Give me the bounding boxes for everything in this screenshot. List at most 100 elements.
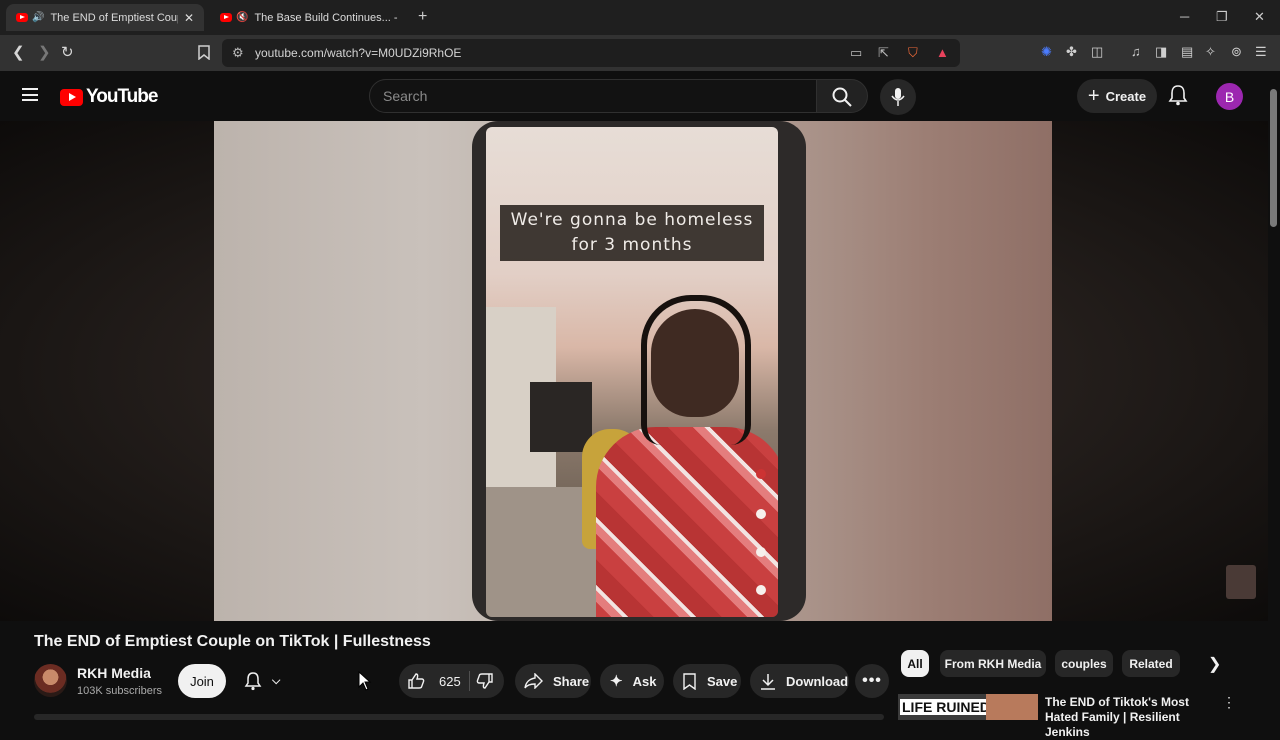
browser-tab-strip: 🔊 The END of Emptiest Couple o ✕ 🔇 The B… <box>0 0 1280 35</box>
share-page-icon[interactable]: ⇱ <box>878 45 889 61</box>
youtube-wordmark: YouTube <box>86 86 158 107</box>
thumbs-up-icon[interactable] <box>407 672 425 690</box>
appliance <box>530 382 592 452</box>
cast-icon[interactable]: ▭ <box>850 45 862 61</box>
more-vertical-icon[interactable]: ⋮ <box>1222 694 1236 711</box>
video-player[interactable]: We're gonna be homeless for 3 months <box>0 121 1268 621</box>
channel-avatar[interactable] <box>34 664 67 697</box>
url-text: youtube.com/watch?v=M0UDZi9RhOE <box>255 46 462 60</box>
more-horizontal-icon: ••• <box>862 672 882 689</box>
search-input[interactable] <box>383 88 803 104</box>
search-icon <box>832 87 852 107</box>
youtube-favicon-icon <box>220 13 232 22</box>
close-window-icon[interactable]: ✕ <box>1254 9 1265 25</box>
bookmark-icon <box>756 585 766 595</box>
page-scrollbar[interactable] <box>1268 71 1280 720</box>
video-frame: We're gonna be homeless for 3 months <box>214 121 1052 621</box>
plus-icon: + <box>1087 85 1100 107</box>
channel-watermark[interactable] <box>1226 565 1256 599</box>
tab-title: The Base Build Continues... - You <box>254 11 398 24</box>
extensions-icon[interactable]: ✤ <box>1066 44 1077 60</box>
tab-title: The END of Emptiest Couple o <box>50 11 178 24</box>
description-box[interactable] <box>34 714 884 720</box>
share-button[interactable]: Share <box>515 664 591 698</box>
bookmark-icon[interactable] <box>198 45 210 60</box>
reload-icon[interactable]: ↻ <box>61 43 74 61</box>
search-box[interactable] <box>369 79 817 113</box>
like-dislike-group: 625 <box>399 664 504 698</box>
wallet-icon[interactable]: ▤ <box>1181 44 1193 60</box>
download-icon <box>761 673 775 690</box>
sparkle-icon: ✦ <box>610 673 623 690</box>
person-shirt <box>596 427 778 617</box>
vpn-icon[interactable]: ✺ <box>1041 44 1052 60</box>
video-title: The END of Emptiest Couple on TikTok | F… <box>34 633 431 650</box>
ask-label: Ask <box>632 673 657 689</box>
chip-related[interactable]: Related <box>1122 650 1180 677</box>
brave-shield-icon[interactable]: ⛉ <box>908 45 918 61</box>
youtube-favicon-icon <box>16 13 28 22</box>
minimize-icon[interactable]: ─ <box>1180 9 1189 24</box>
channel-name[interactable]: RKH Media <box>77 665 151 681</box>
address-bar[interactable]: ⚙ youtube.com/watch?v=M0UDZi9RhOE ▭ ⇱ ⛉ … <box>222 39 960 67</box>
scrollbar-thumb[interactable] <box>1270 89 1277 227</box>
subscription-bell-button[interactable]: ⌵ <box>236 664 294 698</box>
chip-all[interactable]: All <box>901 650 929 677</box>
subscriber-count: 103K subscribers <box>77 685 162 697</box>
guide-menu-icon[interactable] <box>22 88 38 101</box>
share-label: Share <box>553 673 590 689</box>
search-button[interactable] <box>816 79 868 113</box>
phone-frame: We're gonna be homeless for 3 months <box>472 121 806 621</box>
download-label: Download <box>786 673 849 689</box>
youtube-logo[interactable]: YouTube <box>60 86 158 108</box>
screenshot-icon[interactable]: ◫ <box>1091 44 1103 60</box>
notifications-bell-icon[interactable] <box>1168 84 1188 106</box>
save-label: Save <box>707 673 738 689</box>
create-button[interactable]: + Create <box>1077 79 1157 113</box>
tiktok-screen: We're gonna be homeless for 3 months <box>486 127 778 617</box>
restore-icon[interactable]: ❐ <box>1216 9 1228 25</box>
more-actions-button[interactable]: ••• <box>855 664 889 698</box>
thumbnail-text: LIFE RUINED <box>900 699 992 715</box>
save-button[interactable]: Save <box>673 664 741 698</box>
share-icon <box>524 673 543 689</box>
chevron-right-icon[interactable]: ❯ <box>1208 654 1221 674</box>
heart-icon <box>756 509 766 519</box>
privacy-icon[interactable]: ⊚ <box>1231 44 1242 60</box>
forward-icon[interactable]: ❯ <box>38 43 51 61</box>
account-avatar[interactable]: B <box>1216 83 1243 110</box>
browser-tab-inactive[interactable]: 🔇 The Base Build Continues... - You <box>210 4 408 31</box>
youtube-play-icon <box>60 88 83 106</box>
ask-button[interactable]: ✦ Ask <box>600 664 664 698</box>
download-button[interactable]: Download <box>750 664 849 698</box>
speaker-icon[interactable]: 🔊 <box>32 12 44 23</box>
like-divider <box>469 671 470 691</box>
join-button[interactable]: Join <box>178 664 226 698</box>
brave-rewards-icon[interactable]: ▲ <box>936 45 949 60</box>
recommended-thumbnail[interactable]: LIFE RUINED <box>898 694 1038 720</box>
chevron-down-icon: ⌵ <box>272 674 281 687</box>
new-tab-icon[interactable]: + <box>418 8 427 26</box>
site-info-icon[interactable]: ⚙ <box>232 45 244 61</box>
voice-search-button[interactable] <box>880 79 916 115</box>
media-icon[interactable]: ♫ <box>1131 44 1141 59</box>
browser-tab-active[interactable]: 🔊 The END of Emptiest Couple o ✕ <box>6 4 204 31</box>
create-label: Create <box>1105 88 1147 104</box>
bell-icon <box>244 672 262 691</box>
mouse-cursor-icon <box>358 671 372 691</box>
close-tab-icon[interactable]: ✕ <box>184 11 194 25</box>
chip-couples[interactable]: couples <box>1055 650 1113 677</box>
sidebar-icon[interactable]: ◨ <box>1155 44 1167 60</box>
recommended-title[interactable]: The END of Tiktok's Most Hated Family | … <box>1045 695 1215 740</box>
microphone-icon <box>891 88 905 106</box>
menu-icon[interactable]: ☰ <box>1255 44 1267 60</box>
leo-ai-icon[interactable]: ✧ <box>1205 44 1216 60</box>
muted-speaker-icon[interactable]: 🔇 <box>236 12 248 23</box>
thumbnail-face <box>986 694 1038 720</box>
chip-from-channel[interactable]: From RKH Media <box>940 650 1046 677</box>
back-icon[interactable]: ❮ <box>12 43 25 61</box>
like-count[interactable]: 625 <box>439 674 461 689</box>
thumbs-down-icon[interactable] <box>476 672 494 690</box>
person-hair <box>641 295 751 445</box>
profile-icon <box>756 469 766 479</box>
